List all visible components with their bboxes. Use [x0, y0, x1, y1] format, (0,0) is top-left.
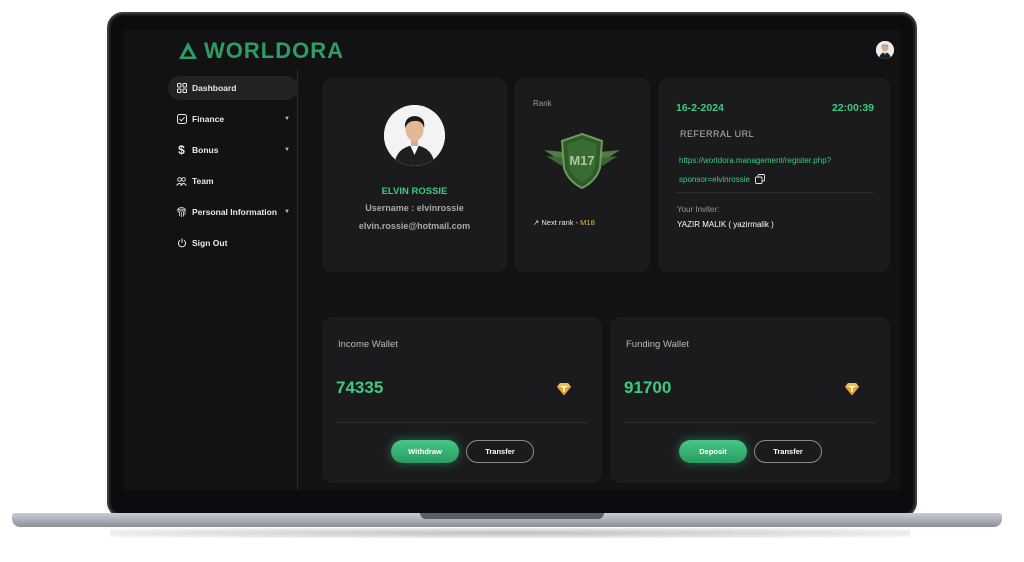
profile-name: ELVIN ROSSIE	[381, 186, 448, 197]
laptop-frame: WORLDORA Dashboard Finance ▼ $ Bonus ▼ T…	[0, 0, 1024, 562]
grid-icon	[176, 83, 187, 94]
avatar-icon	[876, 41, 894, 59]
referral-url-link[interactable]: https://worldora.management/register.php…	[679, 156, 831, 165]
referral-url-link-cont[interactable]: sponsor=elvinrossie	[679, 174, 765, 184]
trend-up-icon: ↗	[533, 218, 540, 227]
app-logo-text: WORLDORA	[204, 38, 344, 63]
laptop-notch	[420, 513, 604, 519]
sidebar-item-label: Dashboard	[192, 83, 237, 93]
laptop-shadow	[110, 528, 910, 538]
sidebar-item-sign-out[interactable]: Sign Out	[168, 231, 298, 255]
sidebar-item-personal-information[interactable]: Personal Information ▼	[168, 200, 298, 224]
sidebar-item-finance[interactable]: Finance ▼	[168, 107, 298, 131]
check-square-icon	[176, 114, 187, 125]
profile-card: ELVIN ROSSIE Username : elvinrossie elvi…	[322, 78, 507, 272]
tether-coin-icon	[557, 383, 571, 396]
chevron-down-icon: ▼	[284, 209, 290, 215]
divider	[624, 422, 876, 423]
inviter-label: Your Inviter:	[677, 205, 720, 214]
wallet-title: Funding Wallet	[626, 339, 690, 350]
income-wallet-card: Income Wallet 74335 Withdraw Transfer	[322, 317, 602, 483]
profile-username: Username : elvinrossie	[365, 203, 464, 213]
profile-avatar-icon	[384, 105, 445, 166]
users-icon	[176, 176, 187, 187]
sidebar-item-label: Finance	[192, 114, 225, 124]
referral-card: 16-2-2024 22:00:39 REFERRAL URL https://…	[658, 78, 890, 272]
deposit-button[interactable]: Deposit	[679, 440, 747, 463]
sidebar: Dashboard Finance ▼ $ Bonus ▼ Team Perso…	[168, 76, 298, 262]
next-rank-prefix: Next rank -	[541, 218, 581, 227]
profile-photo	[384, 105, 445, 166]
divider	[676, 192, 874, 193]
app-screen: WORLDORA Dashboard Finance ▼ $ Bonus ▼ T…	[124, 30, 900, 490]
sidebar-item-team[interactable]: Team	[168, 169, 298, 193]
user-avatar[interactable]	[876, 41, 894, 59]
dollar-icon: $	[178, 143, 185, 157]
sidebar-item-bonus[interactable]: $ Bonus ▼	[168, 138, 298, 162]
sidebar-item-label: Personal Information	[192, 207, 278, 217]
withdraw-button[interactable]: Withdraw	[391, 440, 459, 463]
chevron-down-icon: ▼	[284, 116, 290, 122]
tether-coin-icon	[845, 383, 859, 396]
sidebar-item-dashboard[interactable]: Dashboard	[168, 76, 298, 100]
rank-current: M17	[569, 153, 594, 168]
divider	[336, 422, 588, 423]
referral-url-title: REFERRAL URL	[680, 129, 755, 139]
current-date: 16-2-2024	[676, 102, 724, 114]
rank-badge-icon: M17	[544, 132, 620, 190]
app-logo[interactable]: WORLDORA	[178, 38, 344, 64]
chevron-down-icon: ▼	[284, 147, 290, 153]
sidebar-item-label: Sign Out	[192, 238, 228, 248]
wallet-amount: 74335	[336, 378, 384, 397]
referral-url-sponsor[interactable]: sponsor=elvinrossie	[679, 175, 750, 184]
rank-card: Rank M17 ↗ Next rank - M18	[514, 78, 650, 272]
transfer-button[interactable]: Transfer	[466, 440, 534, 463]
power-icon	[176, 238, 187, 249]
fingerprint-icon	[176, 206, 187, 218]
wallet-title: Income Wallet	[338, 339, 398, 350]
current-time: 22:00:39	[831, 102, 874, 114]
profile-email: elvin.rossie@hotmail.com	[358, 221, 471, 231]
rank-label: Rank	[533, 99, 552, 108]
funding-wallet-card: Funding Wallet 91700 Deposit Transfer	[610, 317, 890, 483]
wallet-amount: 91700	[624, 378, 672, 397]
transfer-button[interactable]: Transfer	[754, 440, 822, 463]
inviter-name: YAZIR MALIK ( yazirmalik )	[677, 220, 774, 229]
next-rank: ↗ Next rank - M18	[533, 218, 595, 227]
sidebar-item-label: Bonus	[192, 145, 219, 155]
sidebar-item-label: Team	[192, 176, 214, 186]
worldora-logo-icon	[179, 42, 197, 59]
copy-icon[interactable]	[754, 174, 765, 184]
next-rank-value: M18	[580, 218, 595, 227]
